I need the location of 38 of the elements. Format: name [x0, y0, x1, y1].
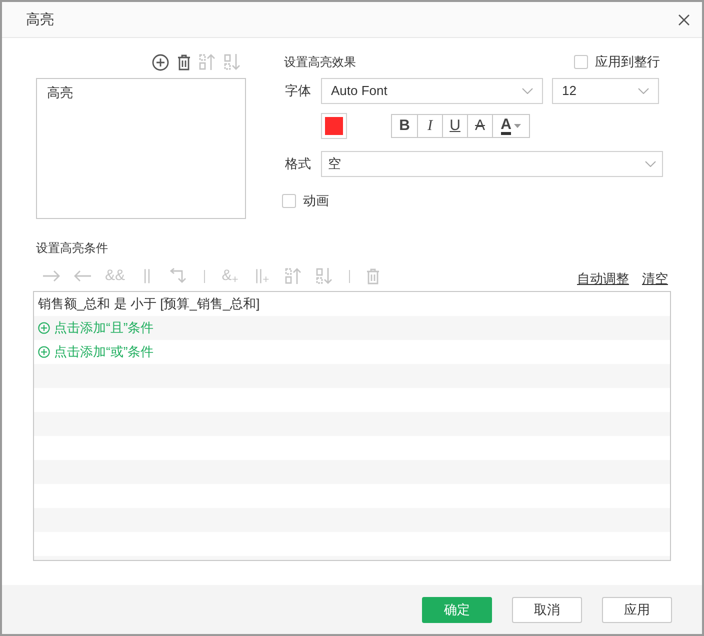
arrow-right-icon[interactable] [42, 270, 60, 282]
italic-button[interactable]: I [417, 115, 442, 137]
size-dropdown[interactable]: 12 [552, 78, 659, 104]
dialog-button[interactable]: 取消 [512, 596, 582, 622]
plus-circle-icon [38, 322, 50, 334]
underline-button[interactable]: U [442, 115, 467, 137]
section-heading: 设置高亮条件 [36, 240, 109, 257]
plus-circle-icon [38, 346, 50, 358]
field-label: 字体 [284, 82, 312, 100]
arrow-left-icon[interactable] [74, 270, 92, 282]
dialog-button[interactable]: 应用 [602, 596, 672, 622]
strikethrough-button[interactable]: A [467, 115, 492, 137]
return-arrow-icon[interactable] [170, 268, 188, 284]
color-picker[interactable] [321, 113, 347, 139]
move-down-icon[interactable] [316, 267, 333, 285]
plus-circle-icon[interactable] [152, 54, 169, 70]
chevron-down-icon [645, 161, 656, 167]
move-up-icon[interactable] [285, 267, 302, 285]
checkbox-label: 应用到整行 [595, 53, 660, 72]
chevron-down-icon [522, 88, 533, 94]
rule-item[interactable]: 高亮 [47, 85, 235, 101]
section-heading: 设置高亮效果 [284, 54, 356, 71]
format-dropdown[interactable]: 空 [321, 151, 663, 177]
checkbox-label: 动画 [303, 192, 329, 210]
text-link[interactable]: 自动调整 [577, 269, 629, 289]
bold-button[interactable]: B [392, 115, 417, 137]
checkbox[interactable] [574, 55, 588, 69]
field-label: 格式 [284, 155, 312, 174]
close-icon[interactable] [678, 14, 690, 26]
font-dropdown[interactable]: Auto Font [321, 78, 543, 104]
condition-text[interactable]: 销售额_总和 是 小于 [预算_销售_总和] [38, 294, 260, 314]
checkbox[interactable] [282, 194, 296, 208]
trash-icon[interactable] [177, 54, 191, 70]
chevron-down-icon [638, 88, 649, 94]
text-link[interactable]: 清空 [642, 269, 668, 289]
font-color-button[interactable]: A [492, 115, 529, 137]
caret-icon [514, 124, 522, 128]
window-title: 高亮 [26, 10, 54, 29]
